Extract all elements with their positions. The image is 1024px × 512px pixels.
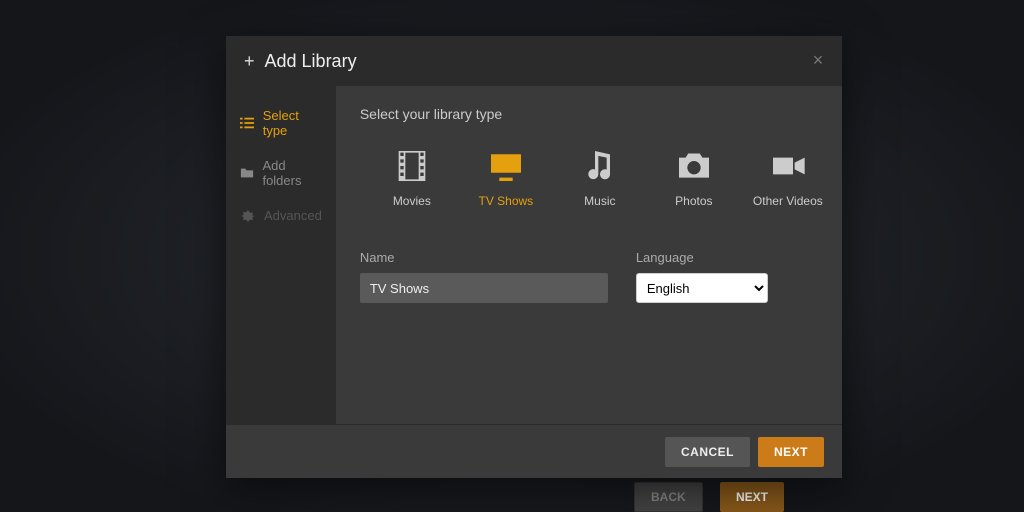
add-library-modal: + Add Library × Select type Add folders <box>226 36 842 478</box>
language-field-group: Language English <box>636 250 768 303</box>
type-label: Photos <box>675 194 712 208</box>
library-type-row: Movies TV Shows Music <box>360 146 820 208</box>
name-input[interactable] <box>360 273 608 303</box>
type-label: Other Videos <box>753 194 823 208</box>
type-movies[interactable]: Movies <box>380 146 444 208</box>
sidebar-item-label: Add folders <box>262 158 321 188</box>
language-label: Language <box>636 250 768 265</box>
type-photos[interactable]: Photos <box>662 146 726 208</box>
list-icon <box>240 116 255 130</box>
modal-footer: CANCEL NEXT <box>226 424 842 478</box>
type-tv-shows[interactable]: TV Shows <box>474 146 538 208</box>
plus-icon: + <box>244 51 255 72</box>
video-camera-icon <box>767 146 809 186</box>
modal-header: + Add Library × <box>226 36 842 86</box>
modal-body: Select type Add folders Advanced Select … <box>226 86 842 424</box>
music-note-icon <box>579 146 621 186</box>
cancel-button[interactable]: CANCEL <box>665 437 750 467</box>
name-field-group: Name <box>360 250 608 303</box>
type-label: Movies <box>393 194 431 208</box>
sidebar-item-add-folders[interactable]: Add folders <box>226 148 336 198</box>
type-other-videos[interactable]: Other Videos <box>756 146 820 208</box>
tv-icon <box>485 146 527 186</box>
modal-sidebar: Select type Add folders Advanced <box>226 86 336 424</box>
close-icon[interactable]: × <box>808 50 828 70</box>
language-select[interactable]: English <box>636 273 768 303</box>
type-label: TV Shows <box>478 194 533 208</box>
gear-icon <box>240 209 256 223</box>
folder-icon <box>240 166 254 180</box>
next-button[interactable]: NEXT <box>758 437 824 467</box>
sidebar-item-label: Advanced <box>264 208 322 223</box>
background-back-button: BACK <box>634 482 703 512</box>
modal-title: Add Library <box>265 51 357 72</box>
fields-row: Name Language English <box>360 250 820 303</box>
name-label: Name <box>360 250 608 265</box>
film-icon <box>391 146 433 186</box>
type-music[interactable]: Music <box>568 146 632 208</box>
type-label: Music <box>584 194 615 208</box>
sidebar-item-advanced: Advanced <box>226 198 336 233</box>
background-next-button: NEXT <box>720 482 784 512</box>
sidebar-item-select-type[interactable]: Select type <box>226 98 336 148</box>
camera-icon <box>673 146 715 186</box>
modal-content: Select your library type Movies TV Shows <box>336 86 844 424</box>
sidebar-item-label: Select type <box>263 108 322 138</box>
content-heading: Select your library type <box>360 106 820 122</box>
